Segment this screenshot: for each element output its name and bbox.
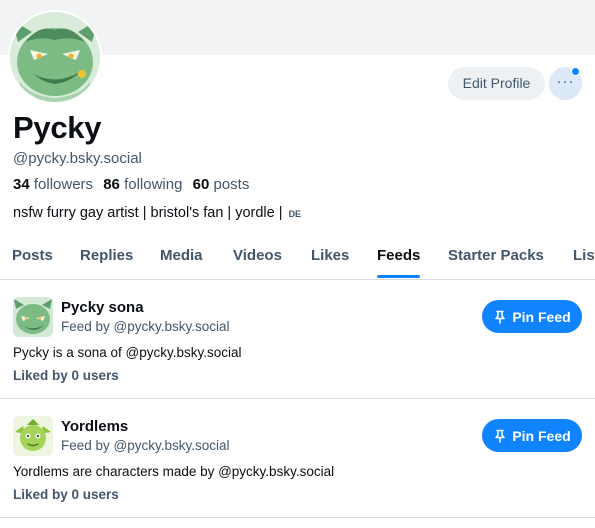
bio-language-tag: DE: [288, 209, 302, 219]
tab-feeds[interactable]: Feeds: [377, 247, 420, 264]
posts-stat: 60 posts: [193, 176, 250, 193]
notification-dot: [571, 67, 580, 76]
yordlems-feed-icon: [13, 416, 53, 456]
pin-feed-button[interactable]: Pin Feed: [482, 300, 582, 333]
feed-likes[interactable]: Liked by 0 users: [13, 487, 119, 502]
following-link[interactable]: 86 following: [103, 176, 182, 193]
feed-description: Pycky is a sona of @pycky.bsky.social: [13, 345, 242, 360]
pin-icon: [495, 310, 506, 324]
feed-byline: Feed by @pycky.bsky.social: [61, 319, 230, 334]
pin-feed-label: Pin Feed: [512, 427, 571, 444]
feed-likes[interactable]: Liked by 0 users: [13, 368, 119, 383]
profile-tabs: Posts Replies Media Videos Likes Feeds S…: [0, 232, 595, 280]
edit-profile-button[interactable]: Edit Profile: [448, 67, 545, 100]
feed-item[interactable]: Yordlems Feed by @pycky.bsky.social Yord…: [0, 399, 595, 518]
feed-title: Yordlems: [61, 418, 129, 435]
profile-stats: 34 followers 86 following 60 posts: [13, 176, 249, 193]
profile-display-name: Pycky: [13, 110, 102, 145]
followers-link[interactable]: 34 followers: [13, 176, 93, 193]
green-creature-avatar-icon: [10, 12, 100, 102]
profile-bio: nsfw furry gay artist | bristol's fan | …: [13, 205, 301, 221]
pin-feed-button[interactable]: Pin Feed: [482, 419, 582, 452]
tab-likes[interactable]: Likes: [311, 247, 349, 264]
followers-label: followers: [33, 176, 94, 193]
feed-item[interactable]: Pycky sona Feed by @pycky.bsky.social Py…: [0, 280, 595, 399]
avatar[interactable]: [8, 10, 102, 104]
feed-description: Yordlems are characters made by @pycky.b…: [13, 464, 335, 479]
profile-handle[interactable]: @pycky.bsky.social: [13, 150, 142, 167]
tab-replies[interactable]: Replies: [80, 247, 133, 264]
followers-count: 34: [13, 176, 30, 193]
posts-label: posts: [213, 176, 250, 193]
following-label: following: [124, 176, 183, 193]
tab-media[interactable]: Media: [160, 247, 203, 264]
tab-posts[interactable]: Posts: [12, 247, 53, 264]
tab-lists[interactable]: Lists: [573, 247, 595, 264]
feed-title: Pycky sona: [61, 299, 144, 316]
pin-icon: [495, 429, 506, 443]
more-dots-icon: ···: [556, 72, 575, 90]
pin-feed-label: Pin Feed: [512, 308, 571, 325]
feed-avatar: [13, 416, 53, 456]
active-tab-indicator: [377, 275, 420, 278]
tab-videos[interactable]: Videos: [233, 247, 282, 264]
posts-count: 60: [192, 176, 210, 193]
feed-byline: Feed by @pycky.bsky.social: [61, 438, 230, 453]
feed-avatar: [13, 297, 53, 337]
bio-text: nsfw furry gay artist | bristol's fan | …: [13, 205, 283, 221]
tab-starter-packs[interactable]: Starter Packs: [448, 247, 544, 264]
following-count: 86: [103, 176, 120, 193]
pycky-sona-feed-icon: [13, 297, 53, 337]
